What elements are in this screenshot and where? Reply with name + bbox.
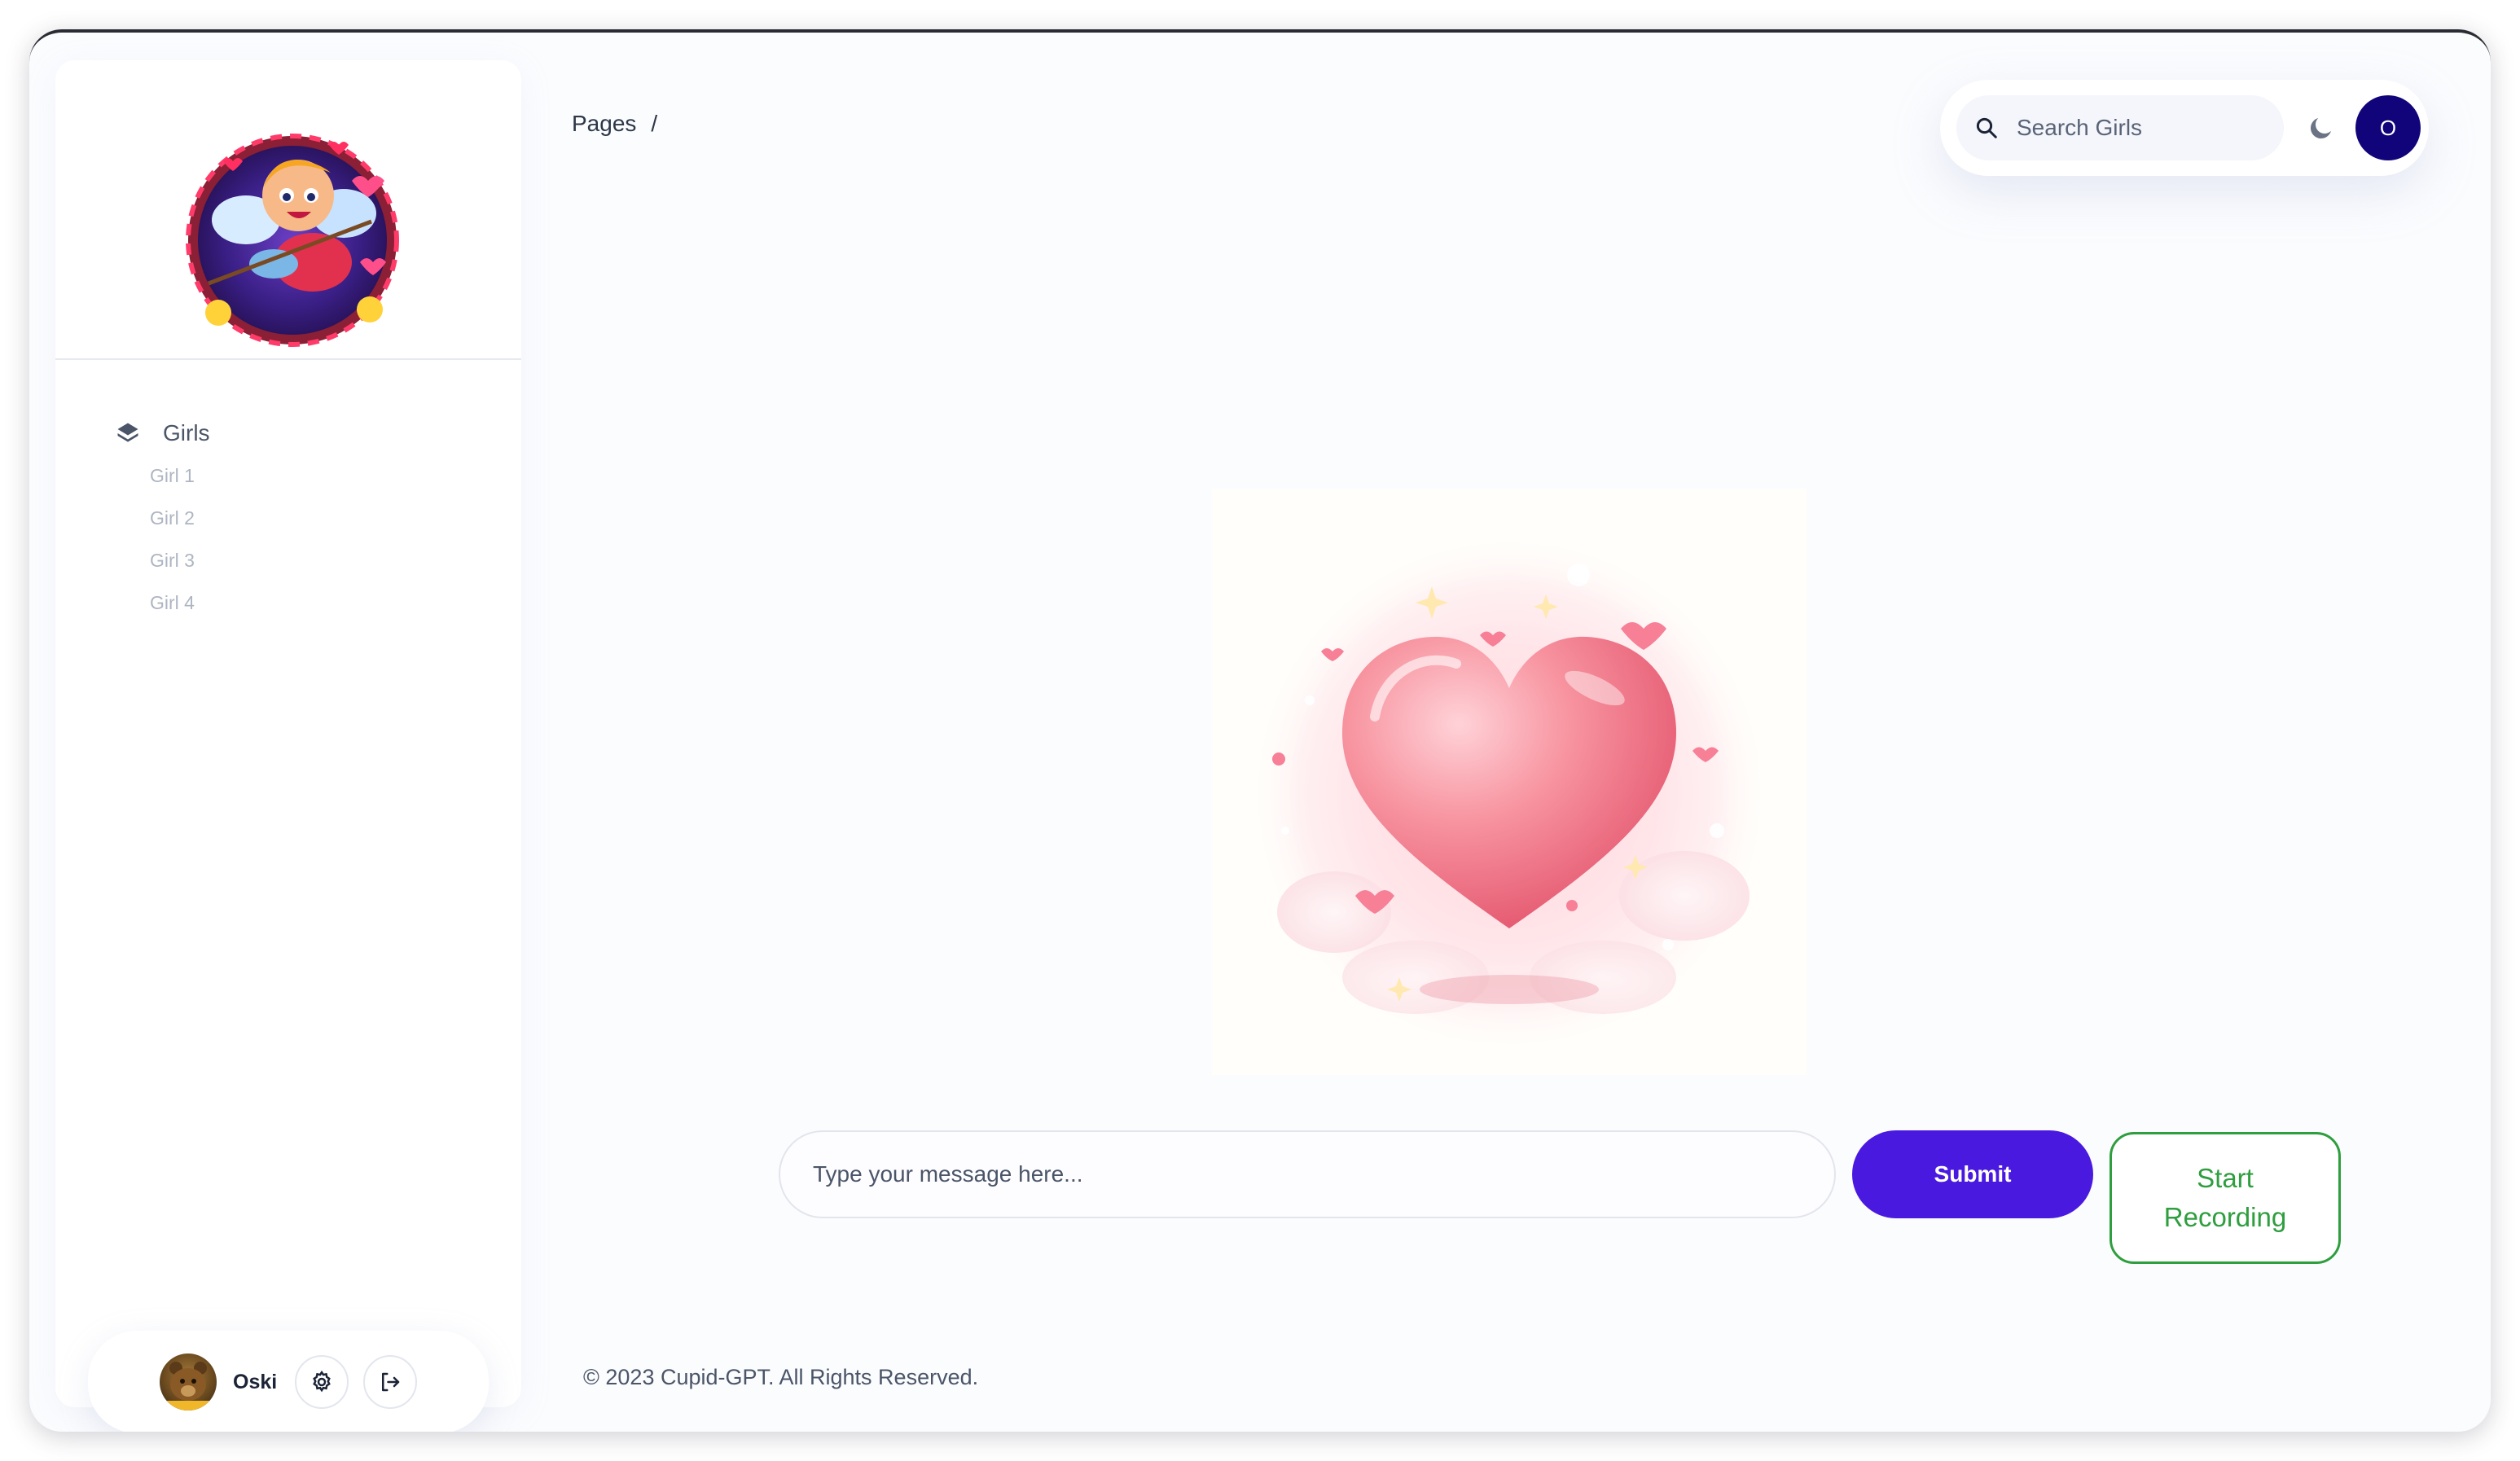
sidebar-item-girl-2[interactable]: Girl 2 — [150, 497, 244, 539]
user-name: Oski — [233, 1370, 278, 1393]
sidebar-item-girl-1[interactable]: Girl 1 — [150, 454, 244, 497]
logo-area — [55, 60, 521, 360]
cupid-logo — [186, 134, 399, 347]
search-icon — [1976, 117, 1997, 138]
sidebar-section-label: Girls — [163, 420, 210, 445]
breadcrumb: Pages / — [572, 111, 657, 137]
gear-icon — [313, 1370, 331, 1393]
settings-button[interactable] — [295, 1355, 349, 1409]
app-window: Girls Girl 1 Girl 2 Girl 3 Girl 4 Oski P… — [29, 29, 2491, 1432]
submit-button[interactable]: Submit — [1852, 1130, 2093, 1218]
sidebar-item-girl-3[interactable]: Girl 3 — [150, 539, 244, 581]
layers-icon — [117, 423, 138, 442]
sidebar-nav: Girls Girl 1 Girl 2 Girl 3 Girl 4 — [116, 415, 210, 624]
sidebar: Girls Girl 1 Girl 2 Girl 3 Girl 4 Oski — [55, 60, 521, 1432]
footer-copyright: © 2023 Cupid-GPT. All Rights Reserved. — [583, 1365, 979, 1389]
logout-icon — [382, 1372, 400, 1392]
message-input[interactable] — [779, 1130, 1836, 1218]
sidebar-sub-list: Girl 1 Girl 2 Girl 3 Girl 4 — [116, 454, 210, 624]
breadcrumb-separator: / — [651, 111, 658, 136]
user-card: Oski — [88, 1331, 489, 1432]
heart-illustration — [1212, 489, 1807, 1075]
sidebar-item-girls[interactable]: Girls — [116, 415, 210, 451]
breadcrumb-pages[interactable]: Pages — [572, 111, 636, 137]
sidebar-item-girl-4[interactable]: Girl 4 — [150, 581, 244, 624]
avatar[interactable] — [160, 1354, 217, 1411]
search-input[interactable] — [2017, 115, 2261, 141]
moon-icon[interactable] — [2307, 113, 2336, 143]
search-bar — [1956, 95, 2284, 160]
profile-button[interactable]: O — [2355, 95, 2421, 160]
bear-avatar-icon — [160, 1362, 217, 1411]
logout-button[interactable] — [363, 1355, 418, 1409]
top-toolbar: O — [1940, 80, 2429, 176]
start-recording-button[interactable]: Start Recording — [2110, 1132, 2341, 1264]
